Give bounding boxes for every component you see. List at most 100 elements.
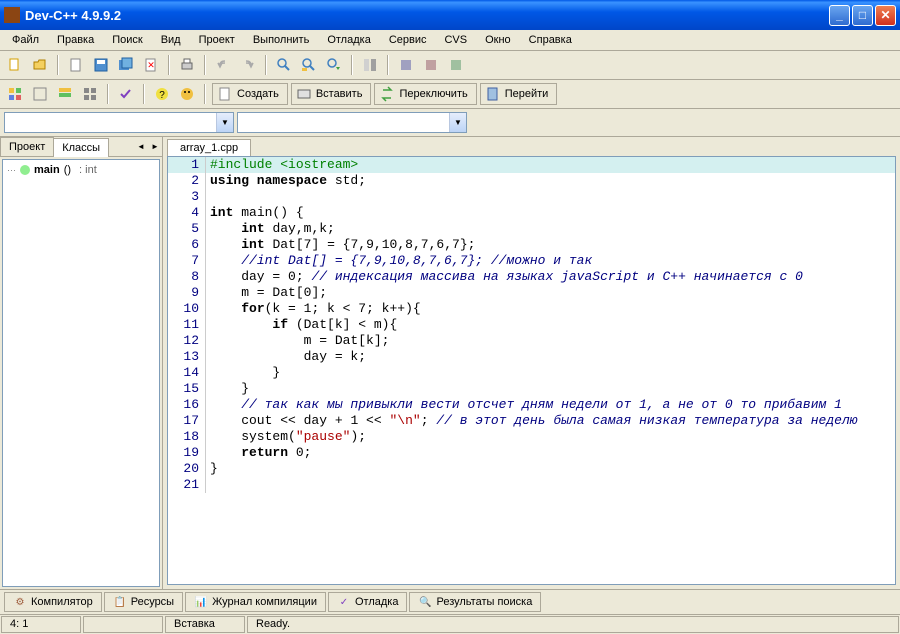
code-line[interactable]: 4int main() {: [168, 205, 895, 221]
code-line[interactable]: 9 m = Dat[0];: [168, 285, 895, 301]
book-icon[interactable]: [395, 54, 417, 76]
menu-файл[interactable]: Файл: [4, 32, 47, 48]
code-line[interactable]: 20}: [168, 461, 895, 477]
bottom-tab-0[interactable]: ⚙Компилятор: [4, 592, 102, 612]
combo-left[interactable]: ▼: [4, 112, 234, 133]
status-state: Ready.: [247, 616, 899, 633]
code-line[interactable]: 19 return 0;: [168, 445, 895, 461]
app-icon: [4, 7, 20, 23]
titlebar: Dev-C++ 4.9.9.2 _ □ ✕: [0, 0, 900, 30]
menu-справка[interactable]: Справка: [521, 32, 580, 48]
new-file-icon[interactable]: [4, 54, 26, 76]
close-file-icon[interactable]: ✕: [140, 54, 162, 76]
find-next-icon[interactable]: [323, 54, 345, 76]
toolbar-combos: ▼ ▼: [0, 109, 900, 137]
code-editor[interactable]: 1#include <iostream>2using namespace std…: [167, 156, 896, 585]
print-icon[interactable]: [176, 54, 198, 76]
book2-icon[interactable]: [420, 54, 442, 76]
tab-project[interactable]: Проект: [0, 137, 54, 156]
status-position: 4: 1: [1, 616, 81, 633]
menu-cvs[interactable]: CVS: [436, 32, 475, 48]
maximize-button[interactable]: □: [852, 5, 873, 26]
goto-button[interactable]: Перейти: [480, 83, 558, 105]
file-icon[interactable]: [65, 54, 87, 76]
code-line[interactable]: 6 int Dat[7] = {7,9,10,8,7,6,7};: [168, 237, 895, 253]
file-tab[interactable]: array_1.cpp: [167, 139, 251, 156]
bottom-tab-2[interactable]: 📊Журнал компиляции: [185, 592, 326, 612]
tree-node-main[interactable]: ⋯ main(): int: [7, 164, 155, 176]
menubar: ФайлПравкаПоискВидПроектВыполнитьОтладка…: [0, 30, 900, 51]
toolbar-views: ? Создать Вставить Переключить Перейти: [0, 80, 900, 109]
open-icon[interactable]: [29, 54, 51, 76]
code-line[interactable]: 17 cout << day + 1 << "\n"; // в этот де…: [168, 413, 895, 429]
code-line[interactable]: 13 day = k;: [168, 349, 895, 365]
bottom-tab-3[interactable]: ✓Отладка: [328, 592, 407, 612]
menu-правка[interactable]: Правка: [49, 32, 102, 48]
code-line[interactable]: 2using namespace std;: [168, 173, 895, 189]
class-tree[interactable]: ⋯ main(): int: [2, 159, 160, 587]
code-line[interactable]: 21: [168, 477, 895, 493]
combo-right[interactable]: ▼: [237, 112, 467, 133]
redo-icon[interactable]: [237, 54, 259, 76]
view2-icon[interactable]: [29, 83, 51, 105]
tab-icon: ✓: [337, 595, 351, 609]
code-line[interactable]: 10 for(k = 1; k < 7; k++){: [168, 301, 895, 317]
status-mode: Вставка: [165, 616, 245, 633]
menu-проект[interactable]: Проект: [191, 32, 243, 48]
compile-icon[interactable]: [359, 54, 381, 76]
menu-выполнить[interactable]: Выполнить: [245, 32, 317, 48]
about-icon[interactable]: [176, 83, 198, 105]
switch-button[interactable]: Переключить: [374, 83, 476, 105]
undo-icon[interactable]: [212, 54, 234, 76]
close-button[interactable]: ✕: [875, 5, 896, 26]
code-line[interactable]: 8 day = 0; // индексация массива на язык…: [168, 269, 895, 285]
code-line[interactable]: 11 if (Dat[k] < m){: [168, 317, 895, 333]
save-icon[interactable]: [90, 54, 112, 76]
tab-classes[interactable]: Классы: [53, 138, 109, 157]
toolbar-main: ✕: [0, 51, 900, 80]
svg-text:✕: ✕: [147, 60, 155, 70]
code-line[interactable]: 16 // так как мы привыкли вести отсчет д…: [168, 397, 895, 413]
tab-icon: 📋: [113, 595, 127, 609]
tab-icon: ⚙: [13, 595, 27, 609]
find-icon[interactable]: [273, 54, 295, 76]
check-icon[interactable]: [115, 83, 137, 105]
code-line[interactable]: 7 //int Dat[] = {7,9,10,8,7,6,7}; //можн…: [168, 253, 895, 269]
code-line[interactable]: 12 m = Dat[k];: [168, 333, 895, 349]
view3-icon[interactable]: [54, 83, 76, 105]
bottom-tab-1[interactable]: 📋Ресурсы: [104, 592, 183, 612]
code-line[interactable]: 3: [168, 189, 895, 205]
menu-сервис[interactable]: Сервис: [381, 32, 435, 48]
editor-pane: array_1.cpp 1#include <iostream>2using n…: [163, 137, 900, 589]
sidebar: Проект Классы ◄ ► ⋯ main(): int: [0, 137, 163, 589]
view1-icon[interactable]: [4, 83, 26, 105]
menu-поиск[interactable]: Поиск: [104, 32, 150, 48]
code-line[interactable]: 15 }: [168, 381, 895, 397]
tab-icon: 🔍: [418, 595, 432, 609]
code-line[interactable]: 1#include <iostream>: [168, 157, 895, 173]
menu-вид[interactable]: Вид: [153, 32, 189, 48]
insert-button[interactable]: Вставить: [291, 83, 372, 105]
window-title: Dev-C++ 4.9.9.2: [25, 8, 829, 23]
tab-icon: 📊: [194, 595, 208, 609]
code-line[interactable]: 5 int day,m,k;: [168, 221, 895, 237]
code-line[interactable]: 18 system("pause");: [168, 429, 895, 445]
bottom-tabs: ⚙Компилятор📋Ресурсы📊Журнал компиляции✓От…: [0, 589, 900, 614]
tab-prev-icon[interactable]: ◄: [134, 139, 148, 155]
menu-отладка[interactable]: Отладка: [319, 32, 378, 48]
view4-icon[interactable]: [79, 83, 101, 105]
create-button[interactable]: Создать: [212, 83, 288, 105]
save-all-icon[interactable]: [115, 54, 137, 76]
tab-next-icon[interactable]: ►: [148, 139, 162, 155]
code-line[interactable]: 14 }: [168, 365, 895, 381]
menu-окно[interactable]: Окно: [477, 32, 519, 48]
statusbar: 4: 1 Вставка Ready.: [0, 614, 900, 634]
help-icon[interactable]: ?: [151, 83, 173, 105]
method-icon: [20, 165, 30, 175]
status-empty: [83, 616, 163, 633]
replace-icon[interactable]: [298, 54, 320, 76]
book3-icon[interactable]: [445, 54, 467, 76]
minimize-button[interactable]: _: [829, 5, 850, 26]
svg-text:?: ?: [159, 90, 165, 101]
bottom-tab-4[interactable]: 🔍Результаты поиска: [409, 592, 541, 612]
